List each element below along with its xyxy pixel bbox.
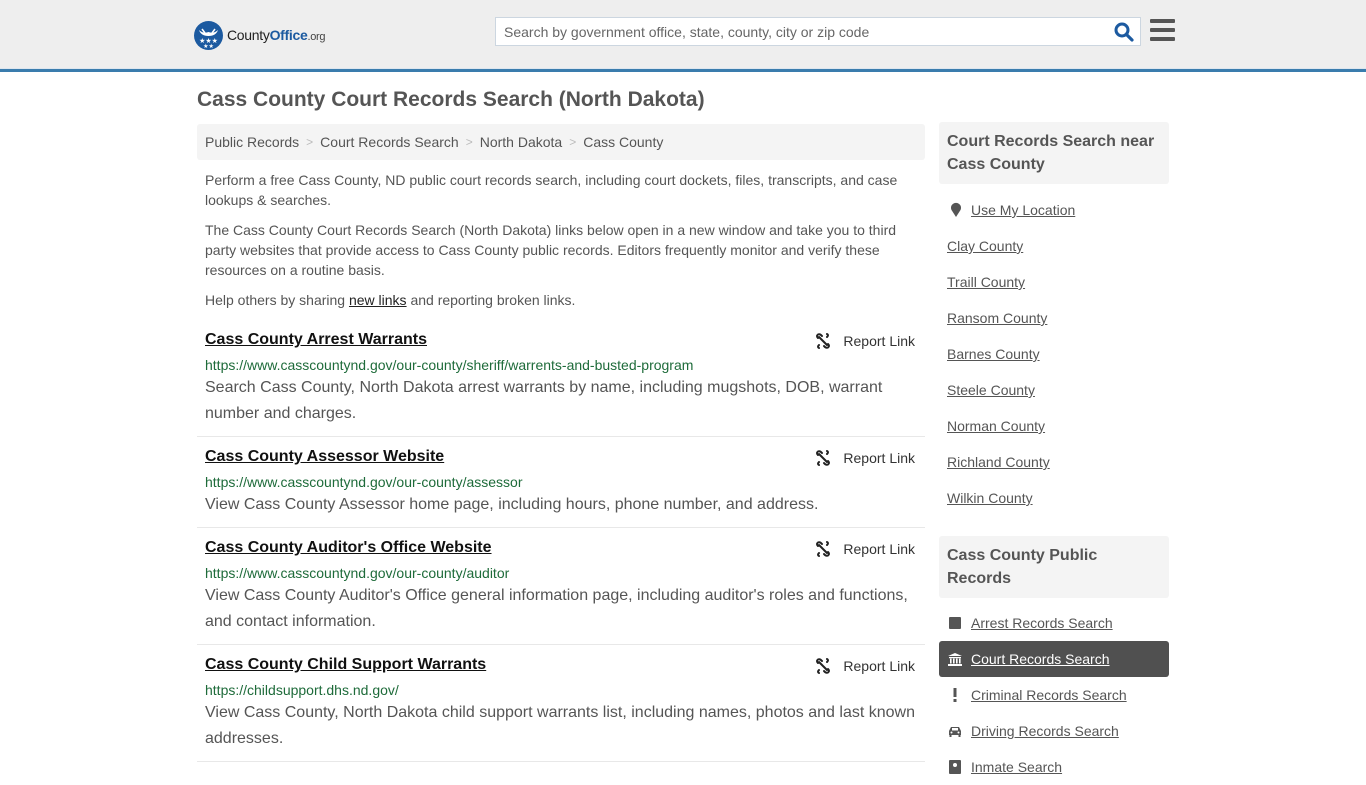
result-item: Cass County Arrest Warrants Report Link …	[197, 331, 925, 437]
nearby-county-link[interactable]: Norman County	[947, 418, 1045, 434]
sidebar-item-inmate-search[interactable]: Inmate Search	[939, 749, 1169, 785]
sidebar-item-arrest-records[interactable]: Arrest Records Search	[939, 605, 1169, 641]
result-url[interactable]: https://www.casscountynd.gov/our-county/…	[205, 565, 509, 581]
header-divider	[0, 68, 1366, 69]
sidebar-item-label[interactable]: Court Records Search	[971, 651, 1110, 667]
search-icon[interactable]	[1114, 22, 1134, 42]
result-item: Cass County Child Support Warrants Repor…	[197, 656, 925, 762]
result-title-link[interactable]: Cass County Child Support Warrants	[205, 656, 486, 674]
page-title: Cass County Court Records Search (North …	[197, 88, 705, 111]
result-url[interactable]: https://www.casscountynd.gov/our-county/…	[205, 357, 693, 373]
breadcrumb-separator: >	[465, 135, 473, 149]
sidebar-item-label[interactable]: Arrest Records Search	[971, 615, 1113, 631]
sidebar-item-court-records[interactable]: Court Records Search	[939, 641, 1169, 677]
nearby-county-link[interactable]: Clay County	[947, 238, 1023, 254]
breadcrumb-public-records[interactable]: Public Records	[205, 134, 299, 150]
id-card-icon	[948, 760, 962, 774]
logo-county: County	[227, 27, 270, 43]
courthouse-icon	[948, 652, 962, 666]
result-title-link[interactable]: Cass County Arrest Warrants	[205, 331, 427, 349]
result-title-link[interactable]: Cass County Assessor Website	[205, 448, 444, 466]
sidebar-item-driving-records[interactable]: Driving Records Search	[939, 713, 1169, 749]
nearby-county-link[interactable]: Barnes County	[947, 346, 1040, 362]
breadcrumb-court-records-search[interactable]: Court Records Search	[320, 134, 459, 150]
intro-paragraph-2: The Cass County Court Records Search (No…	[205, 222, 897, 278]
new-links-link[interactable]: new links	[349, 292, 407, 308]
report-link-label: Report Link	[843, 450, 915, 466]
broken-link-icon	[816, 333, 831, 349]
search-input[interactable]	[496, 18, 1106, 45]
nearby-county-link[interactable]: Steele County	[947, 382, 1035, 398]
broken-link-icon	[816, 658, 831, 674]
logo-office: Office	[269, 27, 308, 43]
result-description: View Cass County Auditor's Office genera…	[205, 587, 908, 630]
result-item: Cass County Auditor's Office Website Rep…	[197, 539, 925, 645]
result-description: View Cass County Assessor home page, inc…	[205, 496, 819, 513]
sidebar-item-criminal-records[interactable]: Criminal Records Search	[939, 677, 1169, 713]
nearby-county-link[interactable]: Ransom County	[947, 310, 1047, 326]
result-url[interactable]: https://www.casscountynd.gov/our-county/…	[205, 474, 522, 490]
nearby-county-link[interactable]: Traill County	[947, 274, 1025, 290]
nearby-section-title: Court Records Search near Cass County	[939, 122, 1169, 184]
report-link-label: Report Link	[843, 333, 915, 349]
breadcrumb-separator: >	[569, 135, 577, 149]
public-records-section-title: Cass County Public Records	[939, 536, 1169, 598]
result-url[interactable]: https://childsupport.dhs.nd.gov/	[205, 682, 399, 698]
breadcrumb-separator: >	[306, 135, 314, 149]
map-pin-icon	[950, 202, 962, 223]
svg-text:★★: ★★	[203, 43, 214, 50]
result-description: Search Cass County, North Dakota arrest …	[205, 379, 883, 422]
report-link-label: Report Link	[843, 658, 915, 674]
intro-paragraph-3: Help others by sharing new links and rep…	[205, 290, 915, 310]
sidebar-item-label[interactable]: Criminal Records Search	[971, 687, 1127, 703]
broken-link-icon	[816, 450, 831, 466]
intro-paragraph-1: Perform a free Cass County, ND public co…	[205, 172, 898, 208]
nearby-county-link[interactable]: Richland County	[947, 454, 1050, 470]
broken-link-icon	[816, 541, 831, 557]
breadcrumb-north-dakota[interactable]: North Dakota	[480, 134, 562, 150]
hamburger-menu-icon[interactable]	[1150, 19, 1175, 42]
report-link-label: Report Link	[843, 541, 915, 557]
sidebar-item-label[interactable]: Inmate Search	[971, 759, 1062, 775]
result-description: View Cass County, North Dakota child sup…	[205, 704, 915, 747]
sidebar-item-label[interactable]: Driving Records Search	[971, 723, 1119, 739]
intro-text: and reporting broken links.	[406, 292, 576, 308]
report-link-button[interactable]: Report Link	[815, 541, 915, 557]
car-icon	[948, 724, 962, 738]
report-link-button[interactable]: Report Link	[815, 450, 915, 466]
logo-org: .org	[307, 31, 326, 43]
report-link-button[interactable]: Report Link	[815, 658, 915, 674]
site-logo[interactable]: ★★★ ★★ CountyOffice.org	[194, 20, 326, 50]
search-bar	[495, 17, 1141, 46]
result-item: Cass County Assessor Website Report Link…	[197, 448, 925, 528]
square-icon	[948, 616, 962, 630]
report-link-button[interactable]: Report Link	[815, 333, 915, 349]
eagle-stars-logo-icon: ★★★ ★★	[194, 20, 223, 50]
breadcrumb-cass-county[interactable]: Cass County	[583, 134, 663, 150]
logo-wordmark: CountyOffice.org	[227, 27, 326, 43]
breadcrumb: Public Records > Court Records Search > …	[197, 124, 925, 160]
nearby-county-link[interactable]: Wilkin County	[947, 490, 1033, 506]
use-my-location-link[interactable]: Use My Location	[971, 202, 1075, 218]
result-title-link[interactable]: Cass County Auditor's Office Website	[205, 539, 492, 557]
exclamation-icon	[948, 688, 962, 702]
intro-text: Help others by sharing	[205, 292, 349, 308]
